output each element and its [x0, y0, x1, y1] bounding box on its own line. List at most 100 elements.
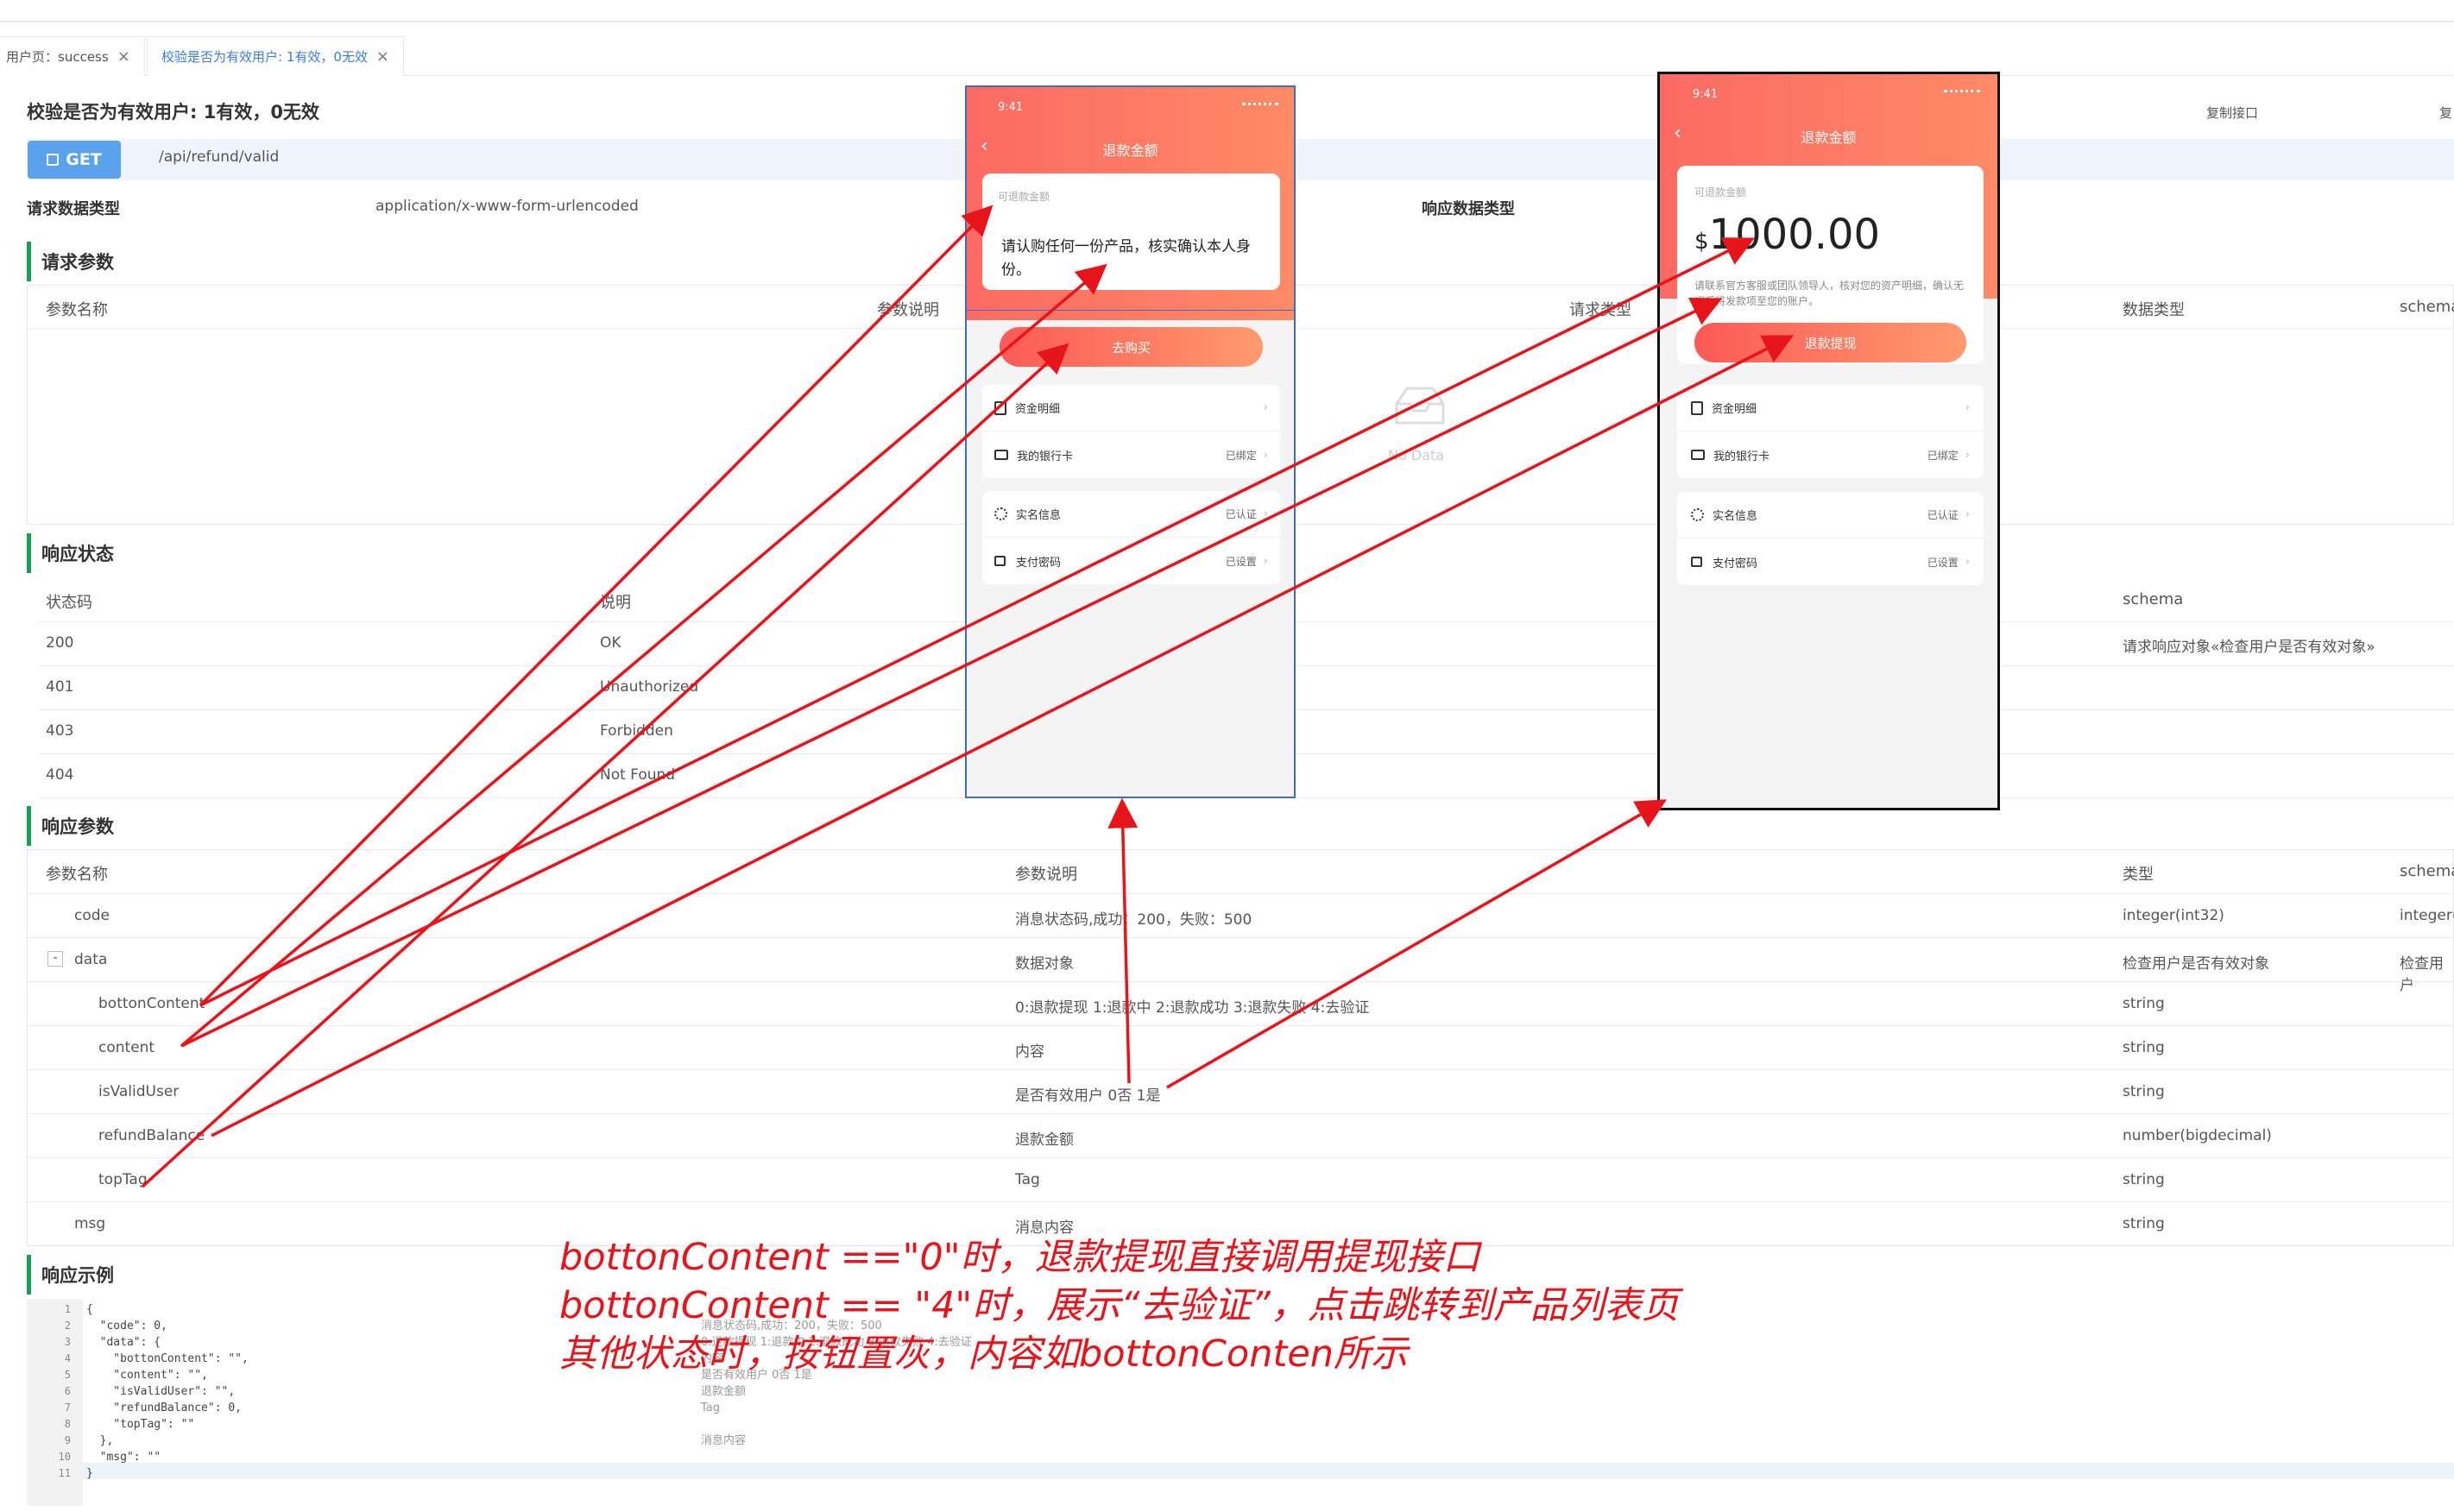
menu-label: 资金明细 [1015, 403, 1061, 416]
param-type: string [2123, 1215, 2165, 1232]
param-desc: Tag [1015, 1171, 1040, 1188]
annotation-line-1: bottonContent =="0"时，退款提现直接调用提现接口 [559, 1236, 1480, 1279]
section-response-params: 响应参数 [27, 806, 286, 846]
menu-item-fund-detail[interactable]: 资金明细 › [982, 385, 1280, 432]
col-param-name: 参数名称 [46, 301, 108, 319]
param-name: content [98, 1039, 155, 1056]
code-line: "topTag": "" [86, 1418, 195, 1431]
param-type: string [2123, 1039, 2165, 1056]
section-title: 请求参数 [41, 252, 114, 273]
param-name: msg [74, 1215, 106, 1232]
status-desc: Not Found [600, 766, 676, 784]
param-desc: 退款金额 [1015, 1131, 1074, 1149]
line-number: 8 [64, 1418, 71, 1430]
tab-bar: 用户页：success × 校验是否为有效用户: 1有效，0无效 × [0, 29, 2454, 76]
menu-item-pay-password[interactable]: 支付密码 已设置 › [1677, 539, 1984, 585]
line-number: 2 [64, 1320, 71, 1332]
menu-group-2: 实名信息 已认证 › 支付密码 已设置 › [1677, 492, 1984, 585]
divider [27, 937, 2454, 938]
tab-valid-user[interactable]: 校验是否为有效用户: 1有效，0无效 × [147, 36, 405, 76]
menu-item-pay-password[interactable]: 支付密码 已设置 › [982, 538, 1280, 584]
tab-label: 用户页：success [6, 49, 109, 65]
request-type-label: 请求数据类型 [27, 200, 120, 218]
copy-link-cut[interactable]: 复 [2439, 104, 2452, 122]
request-type-value: application/x-www-form-urlencoded [375, 198, 639, 215]
param-desc: 内容 [1015, 1043, 1044, 1061]
status-code: 200 [46, 634, 74, 652]
card-icon [1691, 450, 1705, 460]
menu-label: 我的银行卡 [1713, 450, 1770, 463]
code-comment: 消息内容 [701, 1434, 747, 1447]
menu-item-bank-card[interactable]: 我的银行卡 已绑定 › [1677, 432, 1984, 478]
section-request-params: 请求参数 [27, 242, 286, 281]
lock-icon [47, 154, 60, 166]
menu-label: 实名信息 [1713, 510, 1758, 523]
menu-group-1: 资金明细 › 我的银行卡 已绑定 › [982, 385, 1280, 478]
col-status-code: 状态码 [46, 594, 92, 612]
param-type: 检查用户是否有效对象 [2123, 955, 2269, 973]
copy-api-link[interactable]: 复制接口 [2206, 104, 2258, 122]
menu-value: 已绑定 [1927, 449, 1959, 462]
status-desc: OK [600, 634, 621, 652]
line-number: 6 [64, 1385, 71, 1397]
status-icons [1242, 103, 1278, 111]
section-response-status: 响应状态 [27, 533, 286, 573]
section-title: 响应示例 [41, 1265, 114, 1286]
buy-button[interactable]: 去购买 [1000, 327, 1263, 367]
line-number: 10 [58, 1451, 71, 1463]
param-schema: 检查用户 [2400, 955, 2444, 994]
menu-item-realname[interactable]: 实名信息 已认证 › [1677, 492, 1984, 539]
status-icons [1944, 90, 1980, 98]
line-number: 7 [64, 1402, 71, 1414]
section-title: 响应参数 [41, 816, 114, 837]
menu-label: 资金明细 [1712, 403, 1757, 416]
col-status-desc: 说明 [600, 594, 631, 612]
empty-box-icon [1390, 380, 1450, 432]
card-label: 可退款金额 [998, 191, 1050, 203]
annotation-line-2: bottonContent == "4"时，展示“去验证”，点击跳转到产品列表页 [559, 1284, 1679, 1327]
phone-mockup-buy: 9:41 ‹ 退款金额 可退款金额 请认购任何一份产品，核实确认本人身份。 去购… [965, 85, 1296, 798]
tab-user-page[interactable]: 用户页：success × [0, 36, 145, 76]
status-code: 403 [46, 722, 74, 740]
collapse-toggle[interactable]: - [47, 951, 63, 967]
param-type: integer(int32) [2123, 907, 2224, 924]
close-icon[interactable]: × [117, 47, 130, 66]
divider [27, 1201, 2454, 1202]
status-time: 9:41 [998, 101, 1024, 114]
param-name: data [74, 951, 108, 968]
annotation-line-3: 其他状态时，按钮置灰，内容如bottonConten所示 [559, 1332, 1409, 1376]
response-type-label: 响应数据类型 [1422, 200, 1515, 218]
status-desc: Forbidden [600, 722, 673, 740]
divider [27, 1069, 2454, 1070]
col-status-schema: schema [2123, 590, 2184, 608]
status-schema[interactable]: 请求响应对象«检查用户是否有效对象» [2123, 634, 2375, 656]
gear-icon [994, 507, 1007, 520]
method-label: GET [66, 150, 102, 169]
chevron-right-icon: › [1263, 554, 1268, 568]
clipboard-icon [1691, 400, 1703, 415]
menu-item-fund-detail[interactable]: 资金明细 › [1677, 385, 1984, 432]
menu-item-realname[interactable]: 实名信息 已认证 › [982, 491, 1280, 538]
param-type: string [2123, 995, 2165, 1012]
line-numbers: 1 2 3 4 5 6 7 8 9 10 11 [31, 1301, 71, 1482]
close-icon[interactable]: × [376, 47, 389, 66]
status-desc: Unauthorized [600, 678, 699, 696]
phone-title: 退款金额 [1801, 129, 1857, 146]
chevron-right-icon: › [1965, 508, 1970, 521]
card-label: 可退款金额 [1694, 186, 1747, 198]
chevron-right-icon: › [1263, 401, 1268, 414]
menu-item-bank-card[interactable]: 我的银行卡 已绑定 › [982, 432, 1280, 478]
menu-value: 已设置 [1225, 555, 1257, 568]
status-time: 9:41 [1693, 88, 1719, 101]
api-url: /api/refund/valid [159, 148, 280, 166]
code-line: "bottonContent": "", [86, 1352, 249, 1365]
refund-withdraw-button[interactable]: 退款提现 [1694, 323, 1966, 362]
code-editor[interactable]: { "code": 0, "data": { "bottonContent": … [86, 1301, 249, 1482]
refund-card: 可退款金额 请认购任何一份产品，核实确认本人身份。 [982, 173, 1280, 290]
code-line: "data": { [86, 1336, 161, 1349]
chevron-right-icon: › [1965, 401, 1970, 414]
line-number: 5 [64, 1369, 71, 1381]
param-desc: 是否有效用户 0否 1是 [1015, 1087, 1161, 1105]
phone-title: 退款金额 [1102, 142, 1158, 159]
